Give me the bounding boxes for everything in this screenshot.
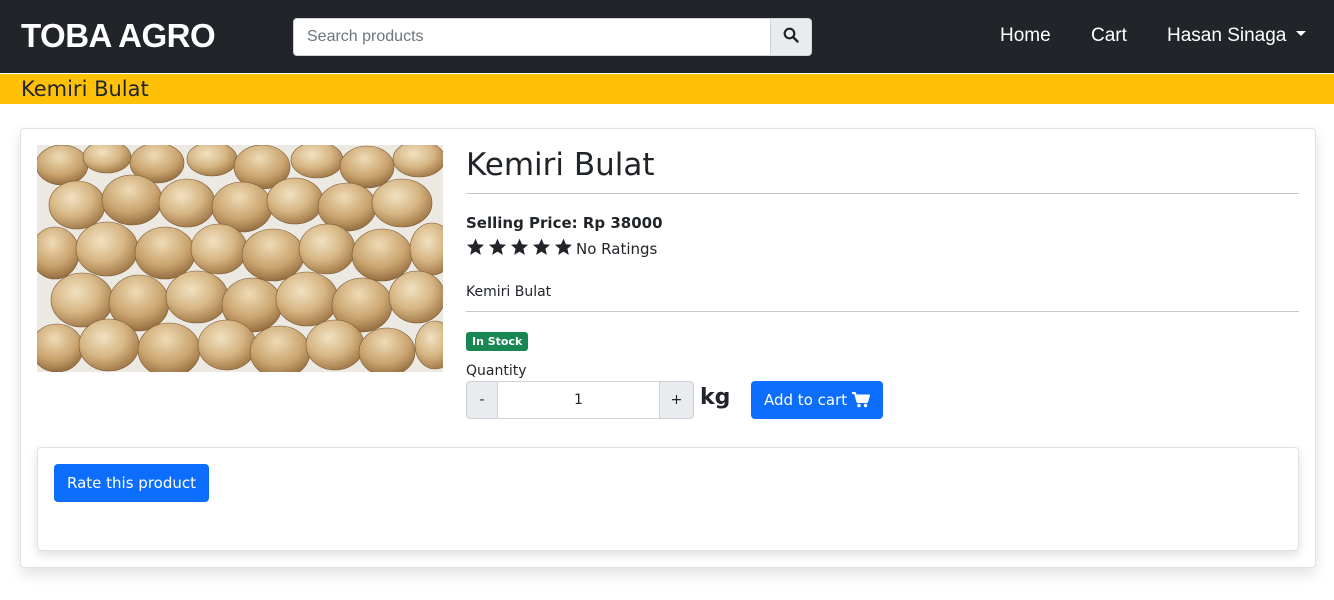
brand-logo[interactable]: TOBA AGRO: [21, 17, 216, 55]
user-menu-dropdown[interactable]: Hasan Sinaga: [1167, 25, 1307, 47]
divider: [466, 193, 1299, 194]
star-icon: [488, 238, 507, 260]
product-title: Kemiri Bulat: [466, 147, 655, 183]
decrement-button[interactable]: -: [466, 381, 498, 419]
search-input[interactable]: [293, 18, 771, 56]
product-image: [37, 145, 443, 372]
search-icon: [783, 27, 799, 48]
search-bar: [293, 18, 812, 56]
quantity-label: Quantity: [466, 363, 527, 379]
page-title: Kemiri Bulat: [21, 77, 149, 101]
quantity-unit: kg: [700, 384, 731, 410]
search-button[interactable]: [771, 18, 812, 56]
rating-text: No Ratings: [576, 240, 658, 258]
quantity-input[interactable]: [498, 381, 659, 419]
star-icon: [466, 238, 485, 260]
quantity-row: - + kg Add to cart: [466, 381, 1299, 419]
nav-cart-link[interactable]: Cart: [1091, 25, 1127, 47]
star-icon: [532, 238, 551, 260]
page-subheader: Kemiri Bulat: [0, 74, 1334, 104]
user-name: Hasan Sinaga: [1167, 25, 1287, 46]
product-details: Kemiri Bulat Selling Price: Rp 38000 No …: [466, 145, 1299, 419]
chevron-down-icon: [1296, 31, 1307, 37]
star-icon: [510, 238, 529, 260]
product-price: Selling Price: Rp 38000: [466, 214, 663, 232]
rating-stars: [466, 238, 576, 260]
divider: [466, 311, 1299, 312]
cart-icon: [852, 392, 871, 408]
star-icon: [554, 238, 573, 260]
product-description: Kemiri Bulat: [466, 284, 552, 300]
rate-product-button[interactable]: Rate this product: [54, 464, 209, 502]
increment-button[interactable]: +: [659, 381, 694, 419]
top-navbar: TOBA AGRO Home Cart Hasan Sinaga: [0, 0, 1334, 73]
add-to-cart-label: Add to cart: [764, 391, 848, 409]
product-card: Kemiri Bulat Selling Price: Rp 38000 No …: [20, 128, 1316, 568]
stock-badge: In Stock: [466, 332, 529, 351]
nav-home-link[interactable]: Home: [1000, 25, 1051, 47]
add-to-cart-button[interactable]: Add to cart: [751, 381, 884, 419]
product-rating: No Ratings: [466, 238, 1299, 260]
rating-section: Rate this product: [37, 447, 1299, 551]
